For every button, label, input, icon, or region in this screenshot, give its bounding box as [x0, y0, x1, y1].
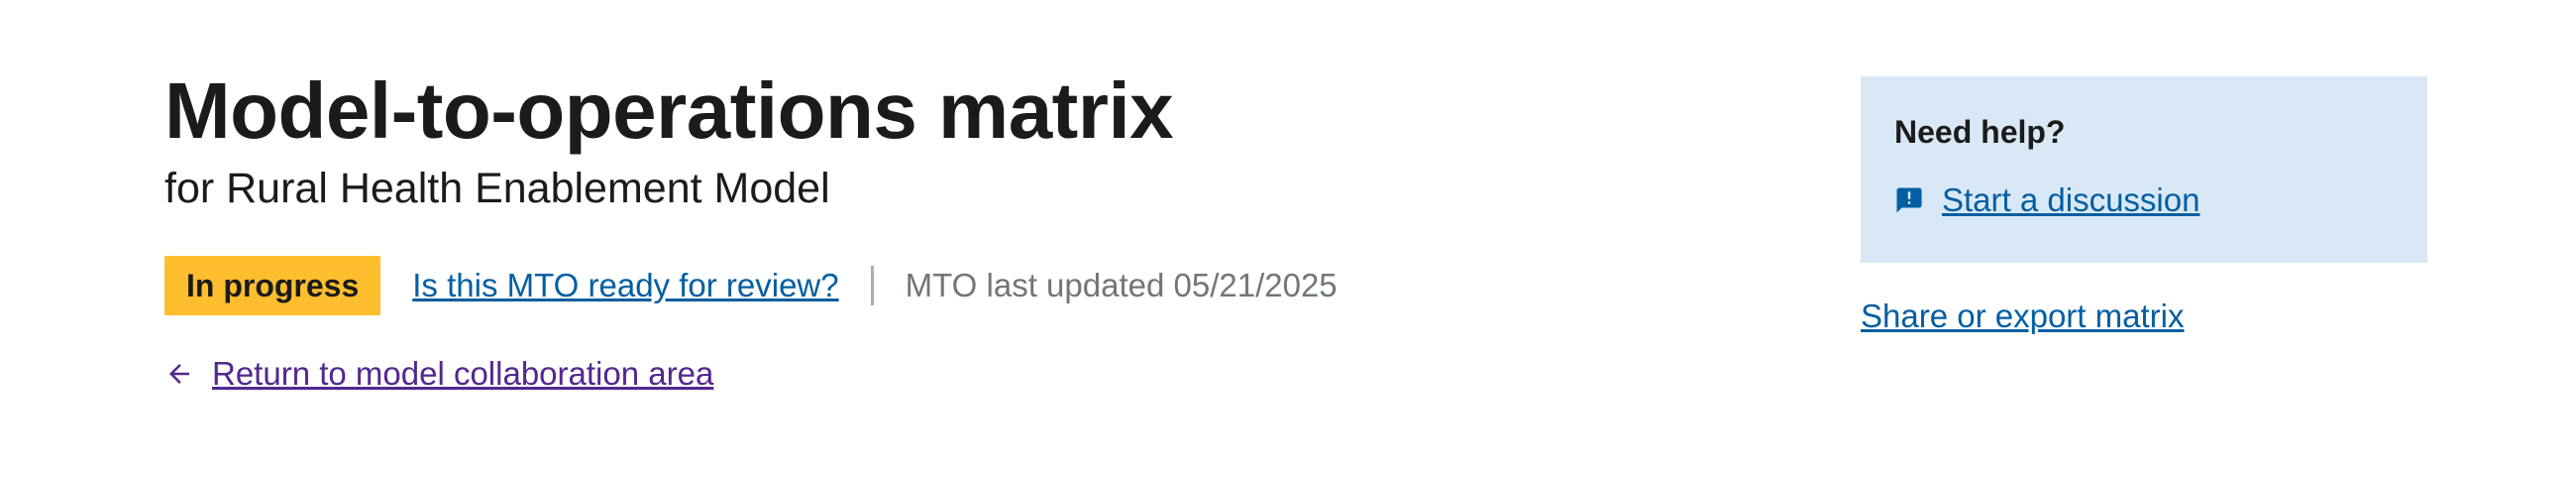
announcement-icon — [1894, 185, 1924, 215]
start-discussion-link[interactable]: Start a discussion — [1894, 181, 2394, 219]
page-subtitle: for Rural Health Enablement Model — [164, 165, 830, 212]
page-title: Model-to-operations matrix — [164, 66, 1174, 155]
return-link-label[interactable]: Return to model collaboration area — [212, 355, 713, 393]
return-to-collaboration-link[interactable]: Return to model collaboration area — [164, 355, 1338, 393]
help-title: Need help? — [1894, 114, 2066, 150]
last-updated-text: MTO last updated 05/21/2025 — [905, 267, 1338, 303]
ready-for-review-link[interactable]: Is this MTO ready for review? — [412, 267, 838, 304]
status-badge: In progress — [164, 256, 381, 315]
arrow-left-icon — [164, 359, 194, 389]
share-export-matrix-link[interactable]: Share or export matrix — [1861, 298, 2184, 335]
divider — [870, 266, 874, 305]
main-header: Model-to-operations matrix for Rural Hea… — [164, 61, 1338, 393]
help-panel: Need help? Start a discussion — [1861, 76, 2427, 263]
start-discussion-label[interactable]: Start a discussion — [1942, 181, 2200, 219]
page: Model-to-operations matrix for Rural Hea… — [0, 0, 2576, 478]
status-row: In progress Is this MTO ready for review… — [164, 256, 1338, 315]
